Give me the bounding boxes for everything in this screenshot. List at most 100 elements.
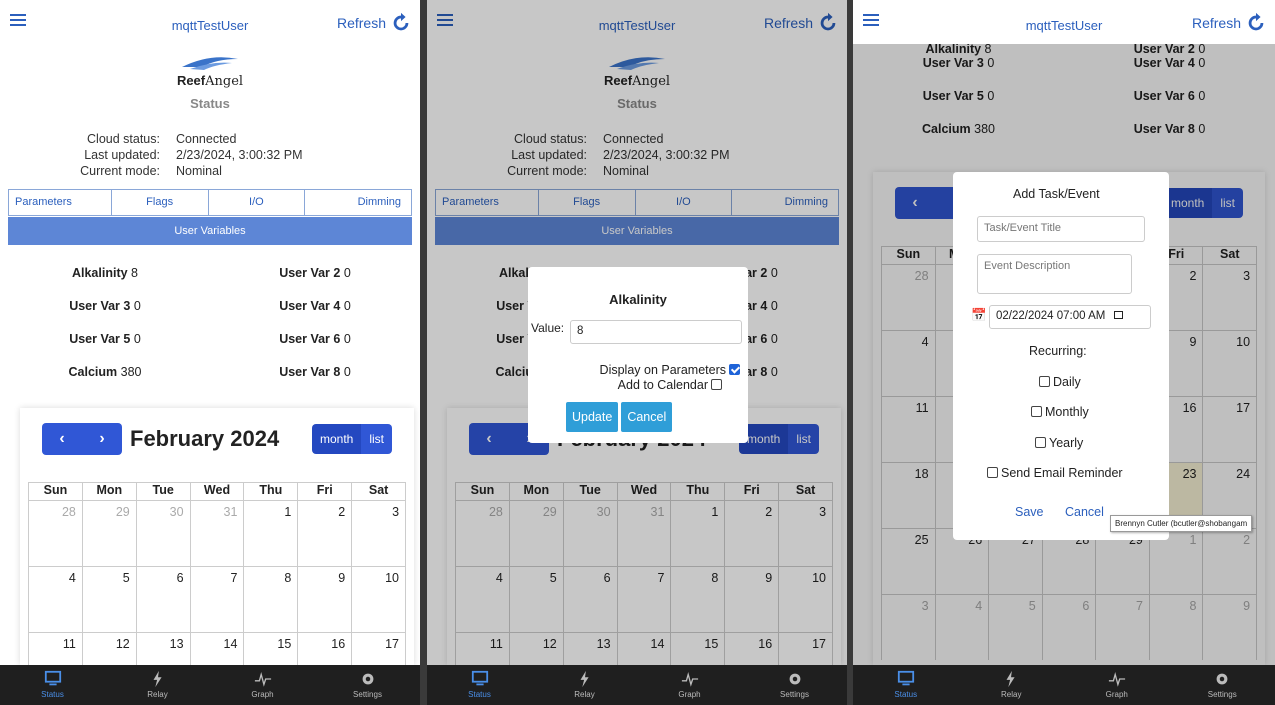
refresh-icon	[393, 12, 409, 31]
cancel-button[interactable]: Cancel	[621, 402, 673, 432]
nav-settings[interactable]: Settings	[742, 665, 847, 705]
pulse-graph-icon	[254, 671, 271, 687]
daily-checkbox[interactable]	[1039, 376, 1050, 387]
tab-flags[interactable]: Flags	[111, 190, 209, 215]
day-cell[interactable]: 1	[244, 501, 299, 566]
display-on-parameters-checkbox[interactable]	[729, 364, 740, 375]
tab-bar: Parameters Flags I/O Dimming	[8, 189, 412, 216]
cancel-button[interactable]: Cancel	[1065, 505, 1104, 519]
monitor-icon	[897, 670, 914, 686]
day-cell[interactable]: 5	[83, 567, 137, 632]
edit-variable-dialog: Alkalinity Value: 8 Display on Parameter…	[528, 267, 748, 443]
monitor-icon	[44, 670, 61, 686]
update-button[interactable]: Update	[566, 402, 619, 432]
tab-user-variables[interactable]: User Variables	[8, 217, 412, 245]
datetime-input[interactable]: 02/22/2024 07:00 AM	[989, 305, 1151, 329]
info-value: 2/23/2024, 3:00:32 PM	[176, 148, 303, 162]
day-cell[interactable]: 8	[244, 567, 299, 632]
day-cell[interactable]: 31	[191, 501, 245, 566]
calendar-week: 4 5 6 7 8 9 10	[28, 566, 406, 632]
calendar-header: ‹› February 2024 monthlist	[42, 422, 392, 456]
prev-month-button[interactable]: ‹	[59, 430, 64, 448]
fish-logo-icon	[182, 57, 238, 70]
refresh-button[interactable]: Refresh	[1192, 12, 1267, 34]
variable-item[interactable]: User Var 3 0	[0, 299, 210, 332]
day-cell[interactable]: 10	[352, 567, 405, 632]
variable-item[interactable]: User Var 5 0	[0, 332, 210, 365]
nav-relay[interactable]: Relay	[105, 665, 210, 705]
status-info: Cloud status: Connected Last updated: 2/23…	[0, 132, 420, 180]
tab-io[interactable]: I/O	[208, 190, 306, 215]
gear-icon	[789, 673, 800, 685]
refresh-label: Refresh	[1191, 15, 1241, 31]
nav-status[interactable]: Status	[427, 665, 532, 705]
nav-settings[interactable]: Settings	[315, 665, 420, 705]
monitor-icon	[471, 670, 488, 686]
day-cell[interactable]: 9	[298, 567, 353, 632]
calendar-picker-icon[interactable]	[1113, 311, 1123, 319]
yearly-option[interactable]: Yearly	[1035, 436, 1083, 450]
weekday: Wed	[191, 483, 245, 500]
top-bar: mqttTestUser Refresh	[853, 0, 1275, 44]
monthly-checkbox[interactable]	[1031, 406, 1042, 417]
event-description-input[interactable]: Event Description	[977, 254, 1132, 294]
recurring-label: Recurring:	[1029, 344, 1087, 358]
event-title-input[interactable]: Task/Event Title	[977, 216, 1145, 242]
day-cell[interactable]: 7	[191, 567, 245, 632]
display-on-parameters-option[interactable]: Display on Parameters	[600, 363, 740, 377]
monthly-option[interactable]: Monthly	[1031, 405, 1089, 419]
value-label: Value:	[531, 321, 565, 335]
gear-icon	[362, 673, 373, 685]
info-value: Nominal	[176, 164, 222, 178]
add-to-calendar-checkbox[interactable]	[711, 379, 722, 390]
bottom-nav: Status Relay Graph Settings	[427, 665, 847, 705]
nav-graph[interactable]: Graph	[210, 665, 315, 705]
day-cell[interactable]: 3	[352, 501, 405, 566]
nav-status[interactable]: Status	[0, 665, 105, 705]
tab-dimming[interactable]: Dimming	[305, 190, 411, 215]
nav-relay[interactable]: Relay	[959, 665, 1065, 705]
info-key: Last updated:	[84, 148, 160, 162]
variable-item[interactable]: User Var 8 0	[210, 365, 420, 398]
lightning-icon	[1006, 670, 1015, 688]
day-cell[interactable]: 29	[83, 501, 137, 566]
variable-item[interactable]: User Var 2 0	[210, 266, 420, 299]
day-cell[interactable]: 30	[137, 501, 191, 566]
weekday: Mon	[83, 483, 137, 500]
nav-settings[interactable]: Settings	[1170, 665, 1275, 705]
user-tooltip: Brennyn Cutler (bcutler@shobangam	[1110, 515, 1253, 532]
weekday: Tue	[137, 483, 191, 500]
tab-parameters[interactable]: Parameters	[9, 190, 112, 215]
next-month-button[interactable]: ›	[99, 430, 104, 448]
add-to-calendar-option[interactable]: Add to Calendar	[618, 378, 722, 392]
top-bar: mqttTestUser Refresh	[0, 0, 420, 44]
refresh-button[interactable]: Refresh	[337, 12, 412, 34]
variable-item[interactable]: User Var 4 0	[210, 299, 420, 332]
day-cell[interactable]: 28	[29, 501, 83, 566]
email-reminder-checkbox[interactable]	[987, 467, 998, 478]
nav-graph[interactable]: Graph	[637, 665, 742, 705]
save-button[interactable]: Save	[1015, 505, 1044, 519]
variable-item[interactable]: User Var 6 0	[210, 332, 420, 365]
day-cell[interactable]: 2	[298, 501, 353, 566]
status-title: Status	[190, 96, 230, 111]
nav-graph[interactable]: Graph	[1064, 665, 1170, 705]
month-view-button[interactable]: month	[311, 424, 362, 454]
email-reminder-option[interactable]: Send Email Reminder	[987, 466, 1123, 480]
calendar-nav: ‹›	[42, 423, 122, 455]
list-view-button[interactable]: list	[361, 424, 392, 454]
value-input[interactable]: 8	[570, 320, 742, 344]
daily-option[interactable]: Daily	[1039, 375, 1081, 389]
yearly-checkbox[interactable]	[1035, 437, 1046, 448]
nav-relay[interactable]: Relay	[532, 665, 637, 705]
day-cell[interactable]: 6	[137, 567, 191, 632]
day-cell[interactable]: 4	[29, 567, 83, 632]
calendar-week: 28 29 30 31 1 2 3	[28, 500, 406, 566]
nav-status[interactable]: Status	[853, 665, 959, 705]
status-screen-panel: mqttTestUser Refresh ReefAngel Status Cl…	[0, 0, 420, 705]
bottom-nav: Status Relay Graph Settings	[853, 665, 1275, 705]
variable-item[interactable]: Calcium 380	[0, 365, 210, 398]
weekday: Thu	[244, 483, 299, 500]
variable-item[interactable]: Alkalinity 8	[0, 266, 210, 299]
weekday: Sat	[368, 483, 389, 497]
